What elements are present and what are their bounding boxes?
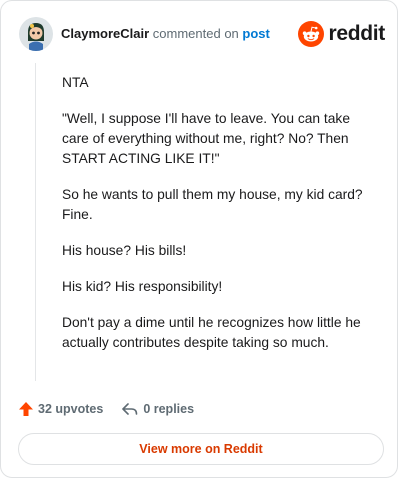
comment-paragraph: So he wants to pull them my house, my ki… <box>62 187 363 222</box>
replies-button[interactable]: 0 replies <box>121 401 194 417</box>
comment-header: ClaymoreClair commented on post reddit <box>19 17 385 53</box>
comment-paragraph: NTA <box>62 75 89 90</box>
reply-icon <box>122 403 138 415</box>
upvote-icon <box>19 402 33 416</box>
comment-action-text: commented on <box>152 26 239 41</box>
comment-paragraph: "Well, I suppose I'll have to leave. You… <box>62 111 350 166</box>
upvotes-button[interactable]: 32 upvotes <box>18 401 103 417</box>
author-line: ClaymoreClair commented on post <box>61 26 270 41</box>
comment-paragraph: His kid? His responsibility! <box>62 279 223 294</box>
upvotes-count: 32 upvotes <box>38 402 104 416</box>
replies-count: 0 replies <box>143 402 195 416</box>
comment-paragraph: His house? His bills! <box>62 243 187 258</box>
author-name[interactable]: ClaymoreClair <box>61 26 149 41</box>
post-link[interactable]: post <box>242 26 269 41</box>
comment-body: NTA "Well, I suppose I'll have to leave.… <box>62 73 380 369</box>
avatar[interactable] <box>19 17 53 51</box>
view-more-button[interactable]: View more on Reddit <box>18 433 384 465</box>
reddit-embed-card: ClaymoreClair commented on post reddit N… <box>0 0 398 478</box>
comment-paragraph: Don't pay a dime until he recognizes how… <box>62 315 361 350</box>
reddit-logo-text: reddit <box>328 22 385 45</box>
thread-line <box>35 63 36 381</box>
reddit-logo[interactable]: reddit <box>298 19 385 49</box>
comment-footer: 32 upvotes 0 replies <box>18 399 212 419</box>
reddit-logo-icon <box>298 21 325 47</box>
